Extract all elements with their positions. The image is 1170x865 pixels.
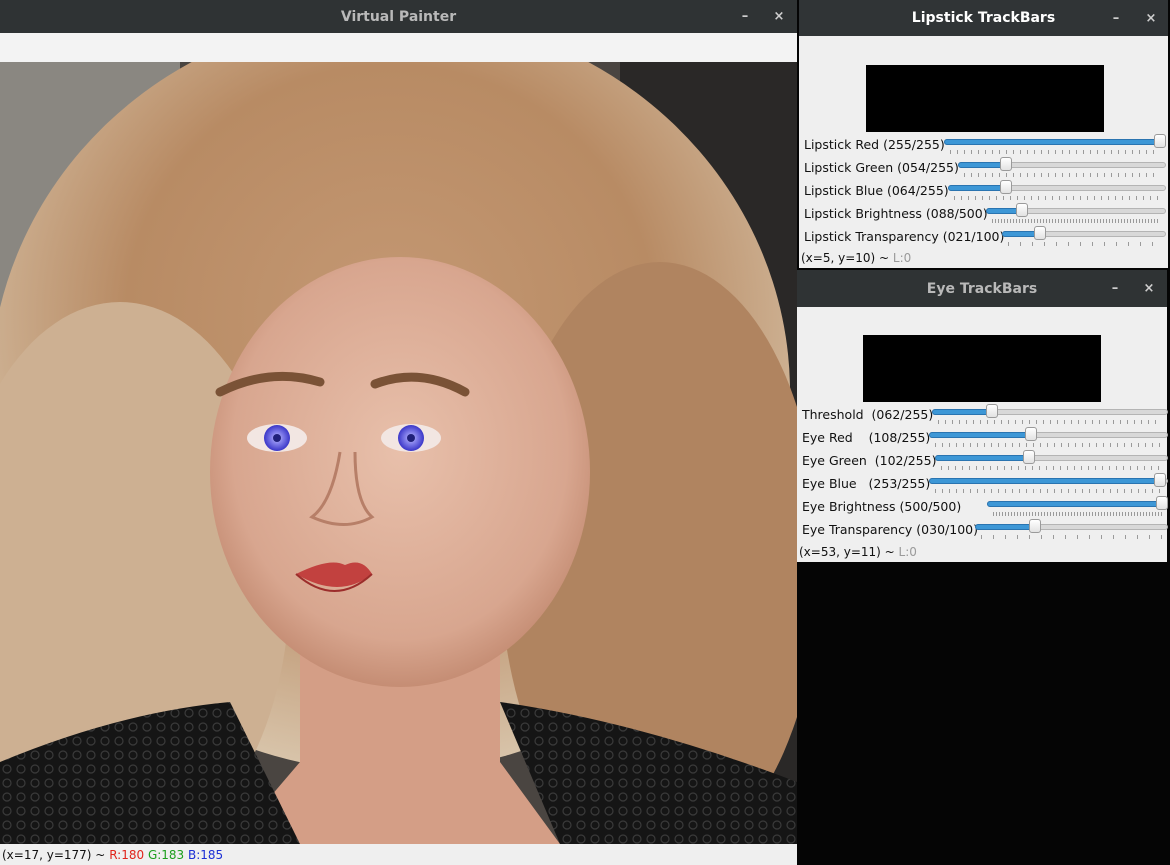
painter-title: Virtual Painter [340, 8, 457, 25]
lipstick-cursor-coords: (x=5, y=10) ~ [801, 251, 890, 265]
close-button[interactable]: × [1139, 270, 1159, 307]
lipstick-statusbar: (x=5, y=10) ~ L:0 [799, 248, 1168, 268]
lipstick-trackbar-slider[interactable] [948, 180, 1166, 202]
slider-fill [948, 185, 1008, 191]
painter-statusbar: (x=17, y=177) ~ R:180 G:183 B:185 [0, 844, 797, 865]
lipstick-trackbar-slider[interactable] [1002, 226, 1166, 248]
lipstick-trackbar-row: Lipstick Transparency (021/100) [804, 226, 1166, 248]
slider-handle[interactable] [1154, 473, 1167, 487]
eye-trackbar-slider[interactable] [935, 450, 1168, 472]
eye-trackbar-label: Threshold (062/255) [802, 407, 934, 422]
slider-ticks [941, 466, 1162, 470]
slider-ticks [993, 512, 1162, 516]
lipstick-level: L:0 [892, 251, 912, 265]
eye-trackbar-slider[interactable] [975, 519, 1168, 541]
lipstick-trackbar-row: Lipstick Blue (064/255) [804, 180, 1166, 202]
slider-ticks [935, 489, 1162, 493]
slider-fill [935, 455, 1032, 461]
eye-trackbar-slider[interactable] [987, 496, 1168, 518]
slider-handle[interactable] [1015, 203, 1028, 217]
slider-handle[interactable] [1154, 134, 1166, 148]
slider-ticks [935, 443, 1162, 447]
painter-toolbar [0, 33, 797, 63]
lipstick-title: Lipstick TrackBars [911, 10, 1056, 26]
painted-photo[interactable] [0, 62, 797, 844]
slider-ticks [1008, 242, 1160, 246]
eye-statusbar: (x=53, y=11) ~ L:0 [797, 542, 1167, 562]
lipstick-trackbar-label: Lipstick Red (255/255) [804, 137, 945, 152]
eye-trackbar-row: Eye Blue (253/255) [802, 473, 1168, 495]
lipstick-trackbar-row: Lipstick Green (054/255) [804, 157, 1166, 179]
slider-handle[interactable] [986, 404, 999, 418]
slider-handle[interactable] [1156, 496, 1168, 510]
lipstick-trackbar-row: Lipstick Red (255/255) [804, 134, 1166, 156]
slider-fill [929, 432, 1034, 438]
eye-trackbar-row: Eye Brightness (500/500) [802, 496, 1168, 518]
eye-trackbar-label: Eye Brightness (500/500) [802, 499, 962, 514]
pixel-green-value: G:183 [147, 847, 185, 862]
eye-level: L:0 [898, 545, 917, 559]
portrait-image [0, 62, 797, 844]
slider-ticks [981, 535, 1162, 539]
lipstick-trackbars-window: Lipstick TrackBars – × Lipstick Red (255… [799, 0, 1168, 268]
eye-trackbars-window: Eye TrackBars – × Threshold (062/255) Eye… [797, 270, 1168, 562]
lipstick-trackbar-label: Lipstick Blue (064/255) [804, 183, 949, 198]
pixel-red-value: R:180 [109, 847, 145, 862]
lipstick-trackbar-slider[interactable] [958, 157, 1166, 179]
eye-trackbar-row: Eye Green (102/255) [802, 450, 1168, 472]
lipstick-trackbar-slider[interactable] [986, 203, 1166, 225]
slider-handle[interactable] [1029, 519, 1042, 533]
lipstick-color-preview [866, 65, 1104, 132]
slider-handle[interactable] [1025, 427, 1038, 441]
eye-trackbar-slider[interactable] [932, 404, 1168, 426]
minimize-button[interactable]: – [735, 0, 755, 33]
minimize-button[interactable]: – [1105, 270, 1125, 307]
slider-handle[interactable] [1023, 450, 1036, 464]
eye-trackbar-label: Eye Green (102/255) [802, 453, 937, 468]
eye-trackbar-slider[interactable] [929, 427, 1168, 449]
eye-title: Eye TrackBars [926, 280, 1038, 297]
eye-trackbar-slider[interactable] [929, 473, 1168, 495]
close-button[interactable]: × [769, 0, 789, 33]
lipstick-titlebar[interactable]: Lipstick TrackBars – × [799, 0, 1168, 36]
eye-trackbar-row: Eye Red (108/255) [802, 427, 1168, 449]
slider-fill [932, 409, 995, 415]
eye-trackbar-row: Eye Transparency (030/100) [802, 519, 1168, 541]
slider-handle[interactable] [999, 180, 1012, 194]
slider-fill [975, 524, 1038, 530]
virtual-painter-window: Virtual Painter – × (x=17, y=177) ~ R:18… [0, 0, 797, 865]
slider-fill [944, 139, 1162, 145]
eye-cursor-coords: (x=53, y=11) ~ [799, 545, 895, 559]
cursor-coords: (x=17, y=177) ~ [2, 847, 106, 862]
eye-color-preview [863, 335, 1101, 402]
eye-trackbar-label: Eye Blue (253/255) [802, 476, 931, 491]
eye-trackbar-label: Eye Transparency (030/100) [802, 522, 978, 537]
slider-fill [987, 501, 1164, 507]
painter-titlebar[interactable]: Virtual Painter – × [0, 0, 797, 33]
lipstick-trackbar-slider[interactable] [944, 134, 1166, 156]
slider-fill [929, 478, 1163, 484]
lipstick-trackbar-label: Lipstick Brightness (088/500) [804, 206, 988, 221]
lipstick-trackbar-row: Lipstick Brightness (088/500) [804, 203, 1166, 225]
lipstick-trackbar-label: Lipstick Green (054/255) [804, 160, 959, 175]
slider-ticks [938, 420, 1162, 424]
slider-handle[interactable] [999, 157, 1012, 171]
slider-ticks [954, 196, 1160, 200]
pixel-blue-value: B:185 [188, 847, 224, 862]
slider-ticks [964, 173, 1160, 177]
slider-ticks [992, 219, 1160, 223]
eye-titlebar[interactable]: Eye TrackBars – × [797, 270, 1167, 307]
eye-trackbar-label: Eye Red (108/255) [802, 430, 931, 445]
slider-ticks [950, 150, 1160, 154]
eye-trackbar-row: Threshold (062/255) [802, 404, 1168, 426]
slider-handle[interactable] [1033, 226, 1046, 240]
close-button[interactable]: × [1141, 0, 1161, 36]
minimize-button[interactable]: – [1106, 0, 1126, 36]
lipstick-trackbar-label: Lipstick Transparency (021/100) [804, 229, 1005, 244]
